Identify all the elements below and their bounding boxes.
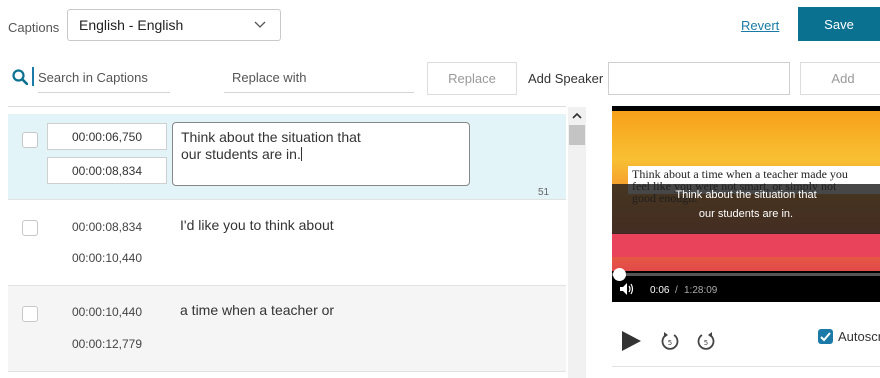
scroll-up-arrow-icon[interactable] (568, 107, 586, 125)
text-caret (300, 147, 302, 161)
chevron-down-icon (254, 21, 266, 28)
video-player[interactable]: Think about a time when a teacher made y… (612, 106, 880, 302)
scrollbar-thumb[interactable] (569, 125, 585, 145)
slide-band (612, 233, 880, 257)
progress-bar[interactable] (612, 273, 880, 276)
save-button[interactable]: Save (798, 7, 880, 41)
caption-text-editor[interactable]: Think about the situation that our stude… (172, 122, 470, 186)
current-time: 0:06 (650, 285, 670, 296)
speaker-input[interactable] (608, 62, 790, 95)
end-time-field[interactable]: 00:00:08,834 (47, 157, 167, 184)
add-speaker-label: Add Speaker (528, 71, 604, 86)
start-time[interactable]: 00:00:08,834 (47, 220, 167, 234)
add-speaker-button[interactable]: Add (800, 62, 880, 95)
autoscroll-checkbox[interactable] (818, 329, 833, 344)
time-separator: / (675, 285, 678, 296)
svg-text:5: 5 (668, 339, 672, 347)
search-input[interactable] (38, 63, 170, 93)
replace-input[interactable] (224, 63, 414, 93)
svg-text:5: 5 (704, 339, 708, 347)
row-checkbox[interactable] (22, 220, 38, 236)
caption-overlay-text: Think about the situation that our stude… (675, 189, 817, 220)
revert-link[interactable]: Revert (741, 18, 779, 33)
language-select-value: English - English (79, 17, 184, 33)
end-time[interactable]: 00:00:10,440 (47, 251, 167, 265)
char-count: 51 (538, 187, 550, 198)
list-divider (8, 106, 566, 107)
list-scrollbar[interactable] (568, 107, 586, 378)
caption-row[interactable]: 00:00:06,750 00:00:08,834 Think about th… (8, 114, 566, 200)
start-time-field[interactable]: 00:00:06,750 (47, 123, 167, 150)
row-checkbox[interactable] (22, 306, 38, 322)
caption-text[interactable]: a time when a teacher or (180, 302, 334, 318)
autoscroll-label: Autoscroll (838, 329, 880, 344)
caption-text: Think about the situation that our stude… (181, 129, 361, 162)
search-icon (12, 69, 28, 85)
replace-button[interactable]: Replace (427, 62, 517, 95)
search-cursor (32, 67, 34, 86)
progress-knob[interactable] (613, 268, 626, 281)
language-select[interactable]: English - English (67, 9, 281, 41)
end-time[interactable]: 00:00:12,779 (47, 337, 167, 351)
forward-5-icon[interactable]: 5 (695, 330, 717, 352)
start-time[interactable]: 00:00:10,440 (47, 305, 167, 319)
volume-icon[interactable] (620, 283, 634, 295)
total-time: 1:28:09 (684, 285, 718, 296)
row-checkbox[interactable] (22, 132, 38, 148)
caption-text[interactable]: I'd like you to think about (180, 217, 334, 233)
caption-row[interactable]: 00:00:10,440 00:00:12,779 a time when a … (8, 286, 566, 372)
checkmark-icon (820, 332, 831, 342)
rewind-5-icon[interactable]: 5 (659, 330, 681, 352)
play-icon[interactable] (620, 330, 642, 352)
caption-row[interactable]: 00:00:08,834 00:00:10,440 I'd like you t… (8, 200, 566, 286)
controls-divider (612, 366, 880, 367)
captions-label: Captions (8, 20, 60, 35)
